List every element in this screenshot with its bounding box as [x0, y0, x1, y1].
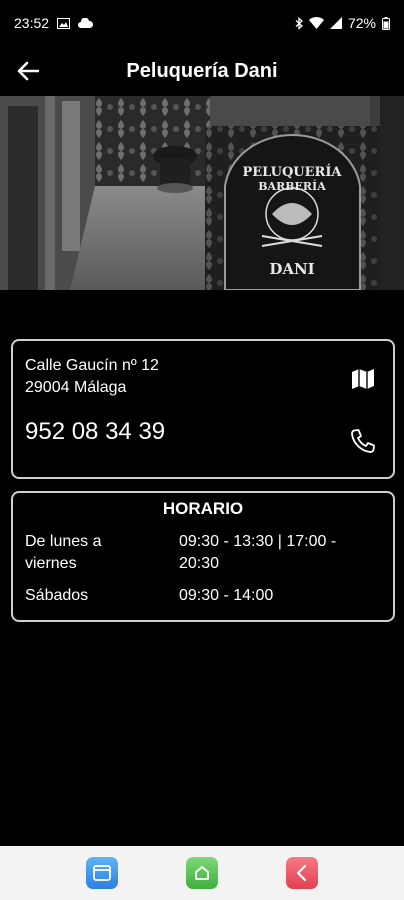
schedule-row: De lunes a viernes 09:30 - 13:30 | 17:00… — [25, 531, 385, 575]
recents-button[interactable] — [86, 857, 118, 889]
schedule-hours: 09:30 - 13:30 | 17:00 - 20:30 — [179, 531, 385, 575]
home-icon — [195, 866, 209, 880]
phone-number: 952 08 34 39 — [25, 418, 166, 445]
wifi-icon — [308, 17, 324, 29]
status-time: 23:52 — [14, 15, 50, 31]
bluetooth-icon — [295, 16, 303, 30]
back-button[interactable] — [0, 46, 56, 96]
image-icon — [57, 17, 71, 29]
schedule-day-line: De lunes a — [25, 533, 102, 550]
schedule-title: HORARIO — [162, 499, 244, 518]
schedule-hours-line: 09:30 - 13:30 | 17:00 - — [179, 533, 337, 550]
schedule-hours: 09:30 - 14:00 — [179, 587, 274, 604]
cloud-icon — [78, 18, 94, 28]
system-nav-bar — [0, 846, 404, 900]
shop-photo: PELUQUERÍA BARBERÍA DANI — [0, 96, 404, 290]
arrow-left-icon — [17, 61, 39, 81]
call-button[interactable] — [349, 427, 377, 455]
sign-text-2: BARBERÍA — [258, 179, 326, 193]
back-icon — [296, 864, 307, 882]
battery-percent: 72% — [347, 15, 376, 31]
recents-icon — [93, 865, 111, 881]
sign-text-name: DANI — [269, 260, 314, 278]
phone-icon — [351, 429, 375, 453]
map-icon — [352, 369, 374, 389]
schedule-card: HORARIO De lunes a viernes 09:30 - 13:30… — [11, 491, 395, 622]
system-back-button[interactable] — [286, 857, 318, 889]
contact-card: Calle Gaucín nº 12 29004 Málaga 952 08 3… — [11, 339, 395, 479]
address-street: Calle Gaucín nº 12 — [25, 357, 159, 374]
schedule-hours-line: 20:30 — [179, 555, 220, 572]
schedule-day-line: viernes — [25, 555, 77, 572]
battery-icon — [382, 16, 390, 30]
address-city: 29004 Málaga — [25, 379, 127, 396]
address: Calle Gaucín nº 12 29004 Málaga — [25, 355, 159, 399]
app-bar: Peluquería Dani — [0, 46, 404, 96]
schedule-day: Sábados — [25, 587, 89, 604]
schedule-day: De lunes a viernes — [25, 531, 179, 575]
page-title: Peluquería Dani — [126, 59, 278, 82]
status-bar: 23:52 72% — [0, 0, 404, 46]
home-button[interactable] — [186, 857, 218, 889]
open-map-button[interactable] — [349, 365, 377, 393]
schedule-row: Sábados 09:30 - 14:00 — [25, 585, 385, 607]
sign-text-1: PELUQUERÍA — [243, 164, 343, 180]
signal-icon — [329, 17, 342, 29]
